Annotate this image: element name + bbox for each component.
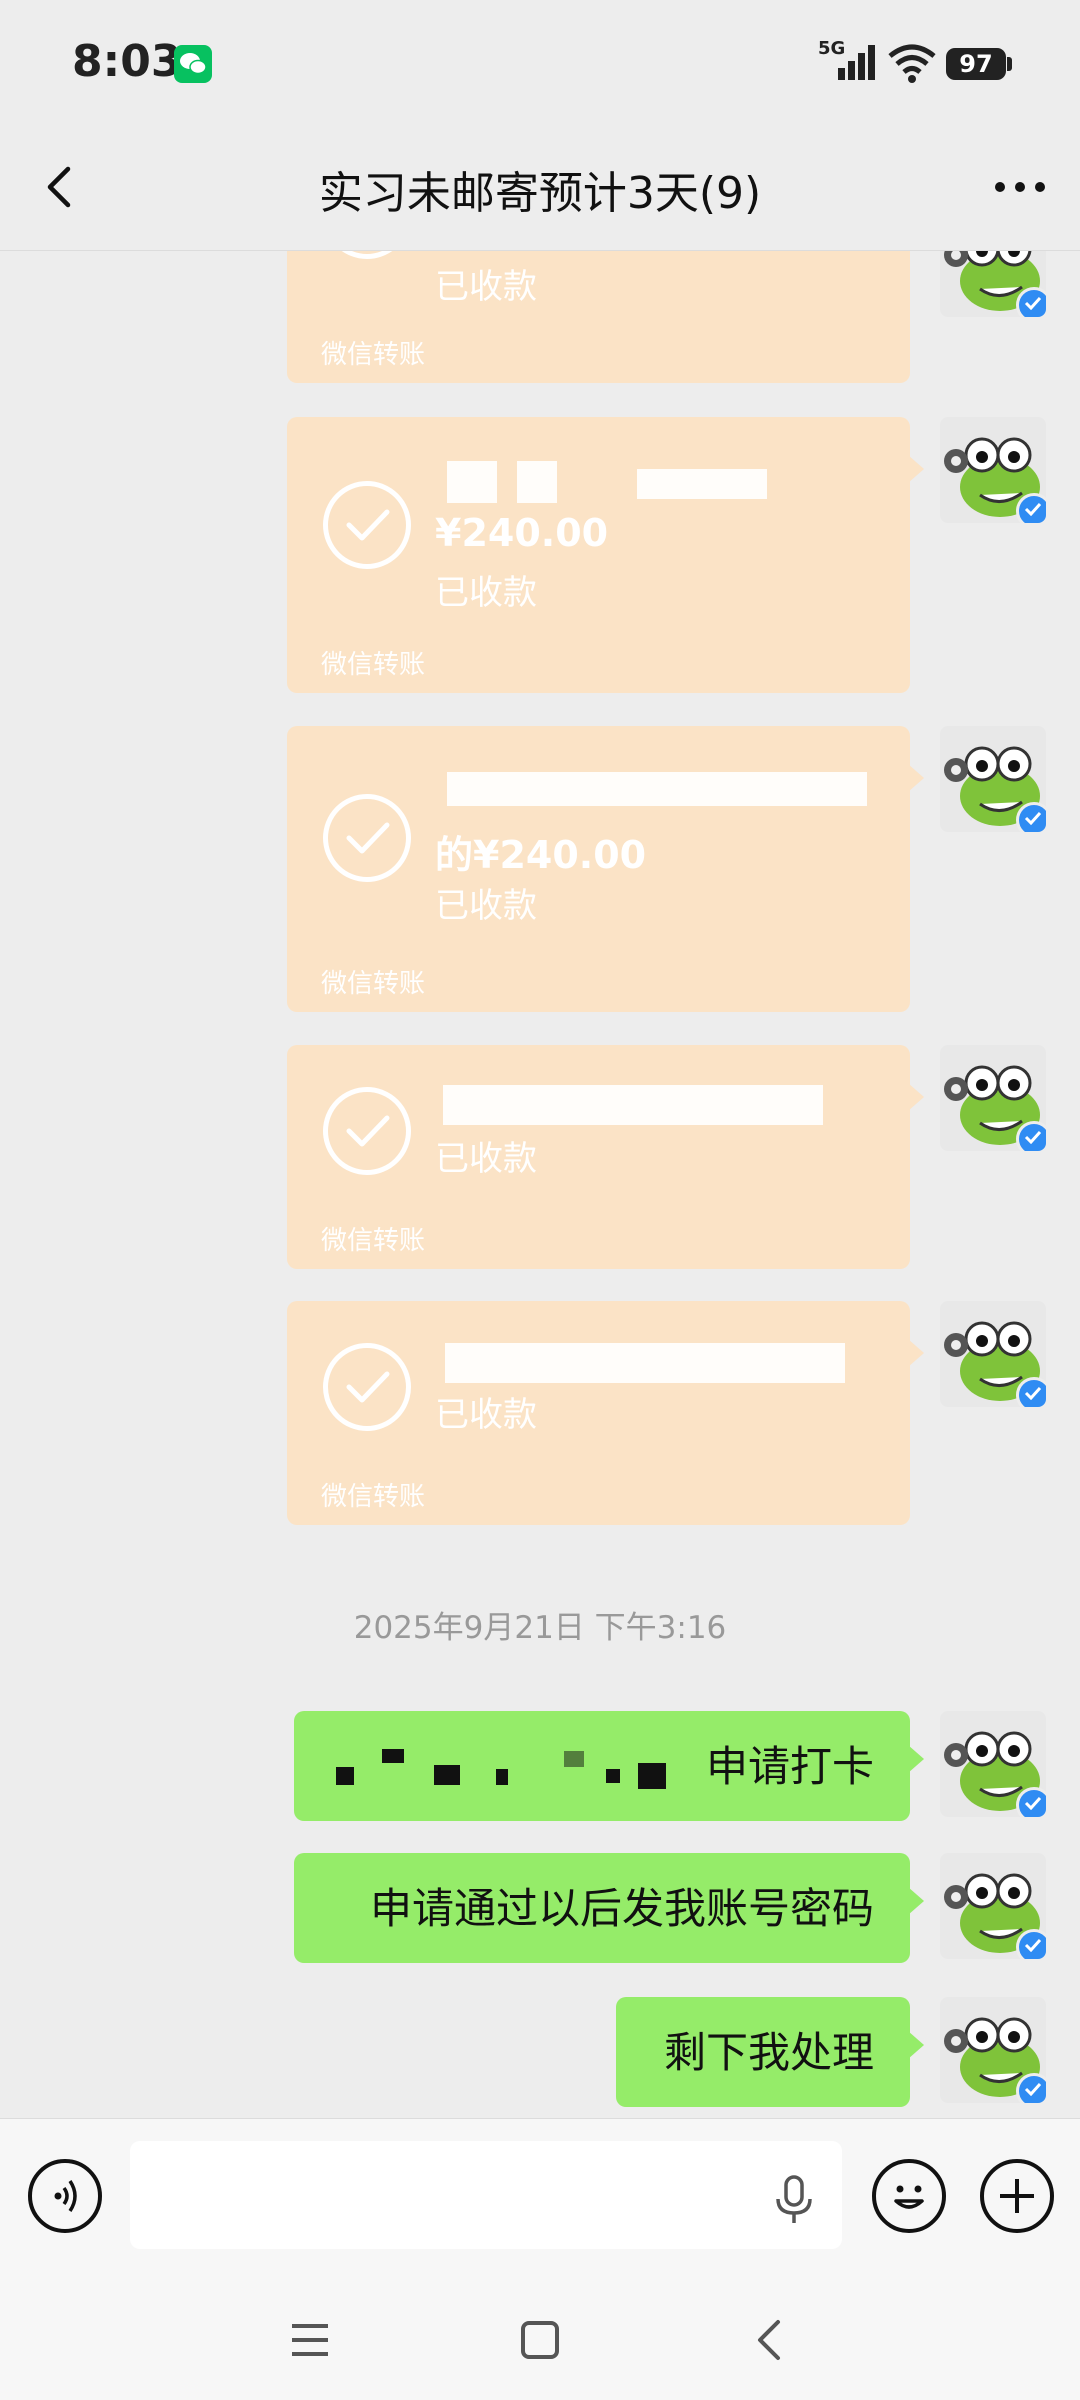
battery-tip [1007,57,1012,71]
plus-icon[interactable] [980,2159,1054,2233]
sent-message[interactable]: 剩下我处理 [616,1997,924,2107]
emoji-icon[interactable] [872,2159,946,2233]
frog-avatar[interactable] [940,1301,1046,1407]
check-circle-icon [323,481,411,569]
transfer-footer: 微信转账 [321,1226,426,1256]
verified-icon [1016,1787,1046,1817]
redacted-text [606,1769,620,1783]
message-input[interactable] [130,2141,842,2249]
signal-icon [838,45,875,80]
transfer-status: 已收款 [435,886,537,926]
verified-icon [1016,493,1046,523]
bubble-tail [908,764,924,792]
chat-messages[interactable]: 已收款 微信转账 ¥240.00 已收款 微信转账 的¥240.00 已收款 微… [0,251,1080,2117]
redacted-text [564,1751,584,1767]
check-circle-icon [323,794,411,882]
check-circle-icon [323,1343,411,1431]
bubble-tail [908,1887,924,1915]
input-bar [0,2118,1080,2281]
transfer-footer: 微信转账 [321,969,426,999]
sent-message[interactable]: 申请通过以后发我账号密码 [294,1853,924,1963]
check-circle-icon [323,251,411,259]
transfer-card[interactable]: 的¥240.00 已收款 微信转账 [287,726,924,1012]
bubble-tail [908,1339,924,1367]
transfer-card[interactable]: ¥240.00 已收款 微信转账 [287,417,924,693]
verified-icon [1016,1121,1046,1151]
redacted-text [496,1769,508,1785]
transfer-amount: ¥240.00 [435,511,609,555]
redacted-text [443,1085,823,1125]
bubble-tail [908,455,924,483]
message-text: 剩下我处理 [663,2028,874,2077]
frog-avatar[interactable] [940,1853,1046,1959]
wechat-icon [174,45,212,83]
message-text: 申请通过以后发我账号密码 [369,1884,874,1933]
frog-avatar[interactable] [940,726,1046,832]
bubble-tail [908,2031,924,2059]
back-arrow-icon[interactable] [30,155,94,219]
menu-icon[interactable] [280,2310,340,2370]
verified-icon [1016,2073,1046,2103]
frog-avatar[interactable] [940,417,1046,523]
chat-header: 实习未邮寄预计3天(9) [0,125,1080,251]
transfer-status: 已收款 [435,573,537,613]
transfer-status: 已收款 [435,1139,537,1179]
home-icon[interactable] [510,2310,570,2370]
redacted-text [447,772,867,806]
wifi-icon [888,44,936,83]
status-time: 8:03 [72,36,182,87]
bubble-tail [908,1745,924,1773]
verified-icon [1016,802,1046,832]
redacted-text [445,1343,845,1383]
transfer-status: 已收款 [435,1395,537,1435]
redacted-text [638,1763,666,1789]
verified-icon [1016,287,1046,317]
redacted-text [336,1767,354,1785]
frog-avatar[interactable] [940,251,1046,317]
redacted-text [447,461,497,503]
message-timestamp: 2025年9月21日 下午3:16 [353,1610,727,1646]
redacted-text [637,469,767,499]
transfer-footer: 微信转账 [321,650,426,680]
battery-icon: 97 [946,48,1006,80]
frog-avatar[interactable] [940,1711,1046,1817]
verified-icon [1016,1929,1046,1959]
system-navigation [0,2280,1080,2400]
more-icon[interactable] [984,157,1056,217]
transfer-status: 已收款 [435,267,537,307]
transfer-footer: 微信转账 [321,340,426,370]
frog-avatar[interactable] [940,1045,1046,1151]
chat-title: 实习未邮寄预计3天(9) [318,168,762,219]
check-circle-icon [323,1087,411,1175]
redacted-text [517,461,557,503]
bubble-tail [908,1083,924,1111]
transfer-card[interactable]: 已收款 微信转账 [287,1045,924,1269]
verified-icon [1016,1377,1046,1407]
voice-icon[interactable] [28,2159,102,2233]
message-text: 申请打卡 [705,1742,874,1791]
frog-avatar[interactable] [940,1997,1046,2103]
status-bar: 8:03 5G 97 [0,0,1080,125]
redacted-text [434,1765,460,1785]
sent-message[interactable]: 申请打卡 [294,1711,924,1821]
transfer-footer: 微信转账 [321,1482,426,1512]
redacted-text [382,1749,404,1763]
transfer-amount: 的¥240.00 [435,833,647,877]
transfer-card[interactable]: 已收款 微信转账 [287,251,910,383]
transfer-card[interactable]: 已收款 微信转账 [287,1301,924,1525]
mic-icon[interactable] [764,2169,824,2229]
back-icon[interactable] [740,2310,800,2370]
